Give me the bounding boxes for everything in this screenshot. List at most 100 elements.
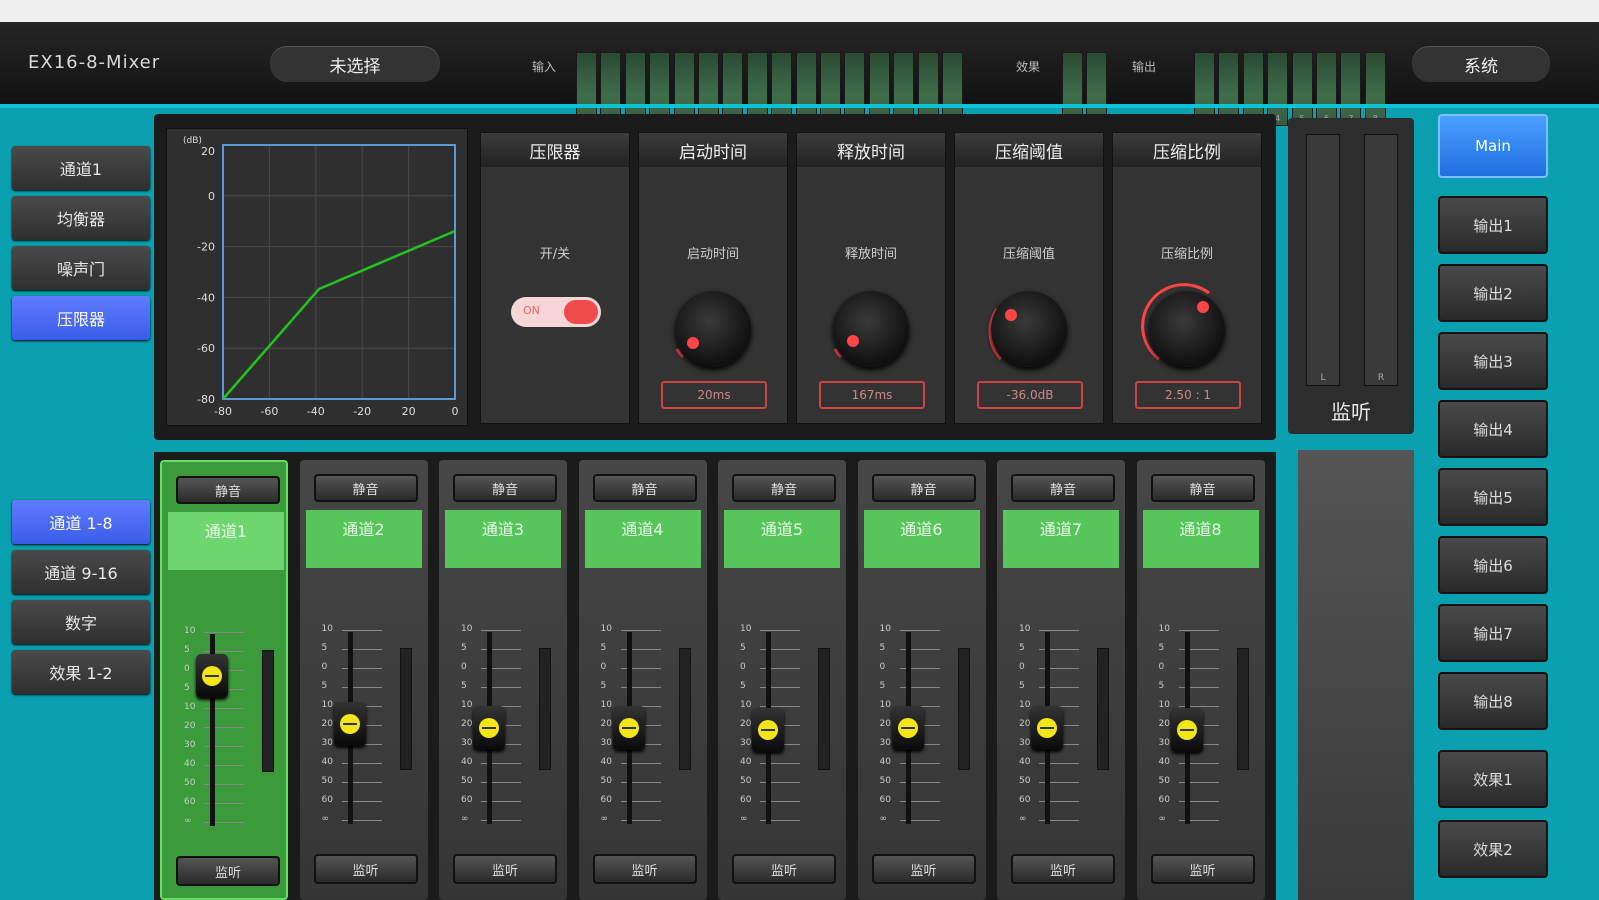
fader-knob[interactable] (473, 706, 505, 750)
scale-label: 40 (1158, 757, 1170, 767)
mute-button[interactable]: 静音 (313, 474, 418, 502)
fader-knob[interactable] (752, 707, 784, 752)
attack-value[interactable]: 20ms (661, 381, 767, 409)
scale-label: ∞ (1158, 814, 1167, 824)
scale-label: ∞ (740, 814, 748, 824)
listen-button[interactable]: 监听 (871, 854, 976, 884)
monitor-meter-right: R (1364, 134, 1398, 386)
effect-meters-label: 效果 (1016, 60, 1041, 74)
nav-button[interactable]: 压限器 (12, 296, 150, 340)
mute-button[interactable]: 静音 (732, 474, 836, 502)
ratio-knob[interactable] (1137, 279, 1237, 379)
listen-button[interactable]: 监听 (732, 854, 836, 884)
fader-knob[interactable] (612, 706, 645, 750)
nav-button[interactable]: 噪声门 (12, 246, 150, 290)
scale-tick (204, 632, 244, 633)
fader-knob[interactable] (1031, 706, 1063, 750)
listen-button[interactable]: 监听 (176, 856, 280, 886)
output-button[interactable]: 输出4 (1438, 400, 1548, 458)
fader-knob[interactable] (196, 654, 228, 699)
ratio-value[interactable]: 2.50 : 1 (1135, 381, 1241, 409)
compressor-curve-svg: (dB) 20 0 -20 -40 -60 -80 -80 -60 -40 -20 20 0 (183, 136, 459, 418)
threshold-knob[interactable] (979, 279, 1079, 379)
nav-button[interactable]: 均衡器 (12, 196, 150, 240)
ratio-header: 压缩比例 (1113, 133, 1261, 167)
scale-label: 5 (1019, 681, 1025, 691)
fader-knob[interactable] (1170, 707, 1203, 752)
output-button[interactable]: 输出1 (1438, 196, 1548, 254)
scale-label: 5 (740, 643, 746, 653)
x-tick-label: -80 (214, 405, 232, 418)
scale-label: 0 (600, 662, 607, 672)
output-button[interactable]: 效果2 (1438, 820, 1548, 878)
ratio-sub-label: 压缩比例 (1160, 247, 1213, 262)
scale-label: 20 (879, 719, 891, 729)
level-meter: 5 (1291, 52, 1313, 126)
monitor-fader-track[interactable] (1298, 450, 1414, 900)
mute-button[interactable]: 静音 (453, 474, 557, 502)
mute-button[interactable]: 静音 (176, 476, 280, 504)
nav-button[interactable]: 通道 9-16 (12, 550, 150, 594)
channel-level-bar (678, 648, 691, 770)
channel-name-button[interactable]: 通道8 (1142, 510, 1259, 568)
output-button[interactable]: 输出8 (1438, 672, 1548, 730)
scale-label: 5 (600, 643, 607, 653)
channel-select-pill[interactable]: 未选择 (270, 46, 440, 82)
fader-cap (339, 714, 360, 735)
channel-name-button[interactable]: 通道4 (584, 510, 701, 568)
output-meters-label: 输出 (1132, 60, 1157, 74)
release-knob[interactable] (821, 279, 921, 379)
channel-name-button[interactable]: 通道5 (724, 510, 840, 568)
channel-name-button[interactable]: 通道3 (445, 510, 561, 568)
listen-button[interactable]: 监听 (592, 854, 697, 884)
y-tick-label: 20 (201, 145, 215, 158)
output-button[interactable]: 效果1 (1438, 750, 1548, 808)
threshold-column: 压缩阈值 压缩阈值 -36.0dB (954, 132, 1104, 424)
scale-label: 5 (321, 681, 328, 691)
limiter-toggle[interactable]: ON (511, 297, 601, 327)
scale-label: 10 (184, 702, 196, 712)
channel-strip: 静音 通道6 10 5 0 5 10 20 30 40 50 60 ∞ 监听 (857, 460, 986, 900)
scale-label: 0 (1019, 662, 1025, 672)
output-button[interactable]: 输出7 (1438, 604, 1548, 662)
scale-label: 30 (879, 738, 891, 748)
channel-name-button[interactable]: 通道2 (305, 510, 422, 568)
nav-button[interactable]: 效果 1-2 (12, 650, 150, 694)
output-button[interactable]: 输出6 (1438, 536, 1548, 594)
attack-knob[interactable] (663, 279, 763, 379)
scale-label: 60 (461, 795, 473, 805)
threshold-value[interactable]: -36.0dB (977, 381, 1083, 409)
listen-button[interactable]: 监听 (313, 854, 418, 884)
nav-button[interactable]: 通道 1-8 (12, 500, 150, 544)
channel-strip: 静音 通道2 10 5 0 5 10 20 30 40 50 60 ∞ 监听 (299, 460, 428, 900)
scale-label: 5 (184, 683, 190, 693)
mute-button[interactable]: 静音 (1011, 474, 1115, 502)
scale-label: 50 (1158, 776, 1170, 786)
nav-button[interactable]: 通道1 (12, 146, 150, 190)
system-button[interactable]: 系统 (1412, 46, 1550, 82)
output-button[interactable]: 输出2 (1438, 264, 1548, 322)
fader-knob[interactable] (891, 706, 924, 750)
output-button[interactable]: 输出3 (1438, 332, 1548, 390)
mute-button[interactable]: 静音 (871, 474, 976, 502)
listen-button[interactable]: 监听 (1150, 854, 1255, 884)
scale-label: 10 (321, 624, 333, 634)
channel-name-button[interactable]: 通道7 (1003, 510, 1119, 568)
listen-button[interactable]: 监听 (453, 854, 557, 884)
mute-button[interactable]: 静音 (1150, 474, 1255, 502)
input-meters-label: 输入 (532, 60, 557, 74)
release-value[interactable]: 167ms (819, 381, 925, 409)
listen-button[interactable]: 监听 (1011, 854, 1115, 884)
nav-button[interactable]: 数字 (12, 600, 150, 644)
scale-label: 5 (461, 681, 467, 691)
scale-label: 30 (1019, 738, 1031, 748)
output-button[interactable]: Main (1438, 114, 1548, 178)
channel-name-button[interactable]: 通道1 (168, 512, 284, 570)
fader-knob[interactable] (333, 702, 366, 747)
scale-label: 0 (1158, 662, 1165, 672)
scale-label: 10 (461, 700, 473, 710)
toggle-label: ON (523, 304, 540, 317)
channel-name-button[interactable]: 通道6 (863, 510, 980, 568)
mute-button[interactable]: 静音 (592, 474, 697, 502)
output-button[interactable]: 输出5 (1438, 468, 1548, 526)
